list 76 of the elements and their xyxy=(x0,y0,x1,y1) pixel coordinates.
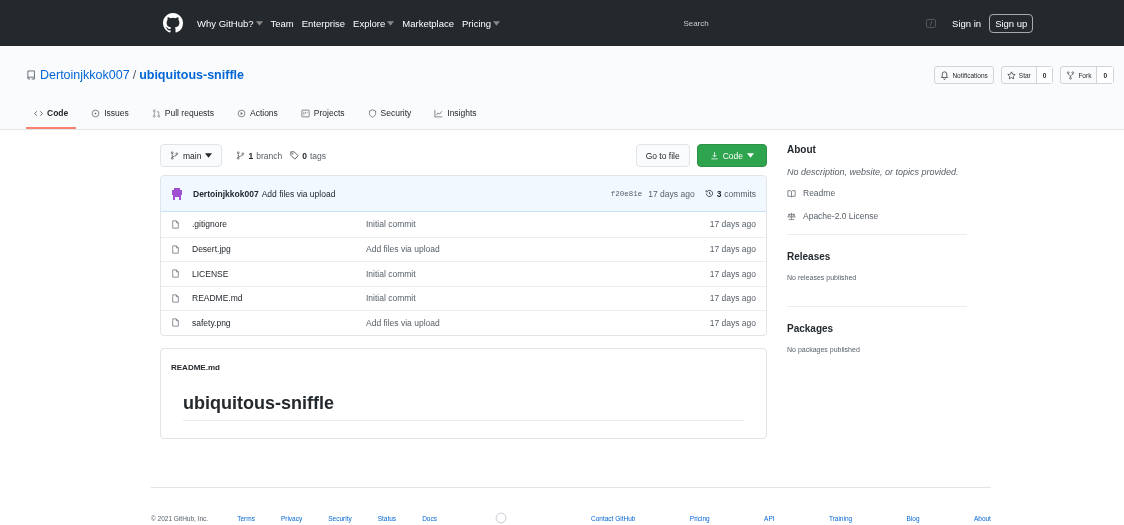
commit-time: 17 days ago xyxy=(709,219,756,230)
commit-time: 17 days ago xyxy=(709,317,756,328)
path-separator: / xyxy=(132,68,137,82)
file-name[interactable]: LICENSE xyxy=(192,268,366,279)
commit-time: 17 days ago xyxy=(709,293,756,304)
bell-icon xyxy=(940,70,950,80)
file-icon xyxy=(171,318,180,328)
graph-icon xyxy=(434,108,444,118)
file-icon xyxy=(171,244,180,254)
file-name[interactable]: Desert.jpg xyxy=(192,244,366,255)
code-icon xyxy=(34,108,43,118)
nav-link[interactable]: Enterprise xyxy=(301,17,346,29)
commit-message[interactable]: Initial commit xyxy=(366,268,416,279)
branch-icon xyxy=(170,151,179,160)
readme-filename: README.md xyxy=(171,362,221,372)
repo-tab[interactable]: Insights xyxy=(426,102,485,129)
board-icon xyxy=(300,108,310,118)
play-circle-icon xyxy=(236,108,246,118)
nav-link[interactable]: Explore xyxy=(353,17,395,29)
branch-icon xyxy=(236,151,246,160)
file-name[interactable]: .gitignore xyxy=(192,219,366,230)
nav-link[interactable]: Pricing xyxy=(462,17,501,29)
pull-request-icon xyxy=(151,108,161,118)
repo-tab[interactable]: Actions xyxy=(228,102,286,129)
circle-dot-icon xyxy=(91,108,101,118)
fork-icon xyxy=(1066,70,1076,80)
nav-link[interactable]: Why GitHub? xyxy=(197,17,263,29)
repo-name-link[interactable]: ubiquitous-sniffle xyxy=(139,68,244,82)
repo-tab[interactable]: Code xyxy=(26,102,77,129)
file-icon xyxy=(171,219,180,229)
tag-icon xyxy=(290,151,300,160)
search-field[interactable]: Search xyxy=(666,17,727,29)
sign-up-button[interactable]: Sign up xyxy=(989,13,1034,33)
sidebar-link[interactable]: Readme xyxy=(787,188,967,198)
section-title: About xyxy=(787,144,817,155)
commit-message[interactable]: Initial commit xyxy=(366,219,416,230)
commit-message[interactable]: Add files via upload xyxy=(366,244,440,255)
go-to-file-button[interactable]: Go to file xyxy=(635,144,690,167)
avatar-icon xyxy=(171,187,183,200)
repository-icon xyxy=(26,70,36,80)
shield-icon xyxy=(367,108,377,118)
file-name[interactable]: safety.png xyxy=(192,317,366,328)
sidebar-link[interactable]: Apache-2.0 License xyxy=(787,211,967,221)
commit-time: 17 days ago xyxy=(709,244,756,255)
description-text: No description, website, or topics provided. xyxy=(787,166,960,179)
commit-message[interactable]: Add files via upload xyxy=(261,188,336,199)
star-icon xyxy=(1006,70,1016,80)
branch-selector[interactable]: main xyxy=(160,144,223,167)
file-icon xyxy=(171,269,180,279)
history-icon xyxy=(704,189,714,198)
commit-message[interactable]: Add files via upload xyxy=(366,317,440,328)
caret-icon xyxy=(747,153,754,158)
sign-in-link[interactable]: Sign in xyxy=(952,17,982,29)
section-title[interactable]: Releases xyxy=(787,251,967,262)
readme-heading: ubiquitous-sniffle xyxy=(183,392,744,421)
repo-tab[interactable]: Projects xyxy=(292,102,353,129)
branches-link[interactable]: 1 branch xyxy=(236,150,283,161)
scale-icon xyxy=(787,211,796,221)
commit-message[interactable]: Initial commit xyxy=(366,293,416,304)
repo-tab[interactable]: Issues xyxy=(83,102,137,129)
commit-author[interactable]: Dertoinjkkok007 xyxy=(193,188,259,199)
repo-tab[interactable]: Security xyxy=(359,102,420,129)
section-title[interactable]: Packages xyxy=(787,323,967,334)
owner-link[interactable]: Dertoinjkkok007 xyxy=(40,68,130,82)
file-name[interactable]: README.md xyxy=(192,293,366,304)
download-icon xyxy=(709,151,719,160)
commit-time: 17 days ago xyxy=(648,188,695,199)
tags-link[interactable]: 0 tags xyxy=(290,150,326,161)
file-icon xyxy=(171,293,180,303)
commits-link[interactable]: 3 commits xyxy=(704,188,756,199)
book-icon xyxy=(787,188,796,198)
commit-time: 17 days ago xyxy=(709,268,756,279)
caret-icon xyxy=(205,153,213,158)
repo-tab[interactable]: Pull requests xyxy=(143,102,222,129)
nav-link[interactable]: Marketplace xyxy=(402,17,454,29)
nav-link[interactable]: Team xyxy=(270,17,294,29)
